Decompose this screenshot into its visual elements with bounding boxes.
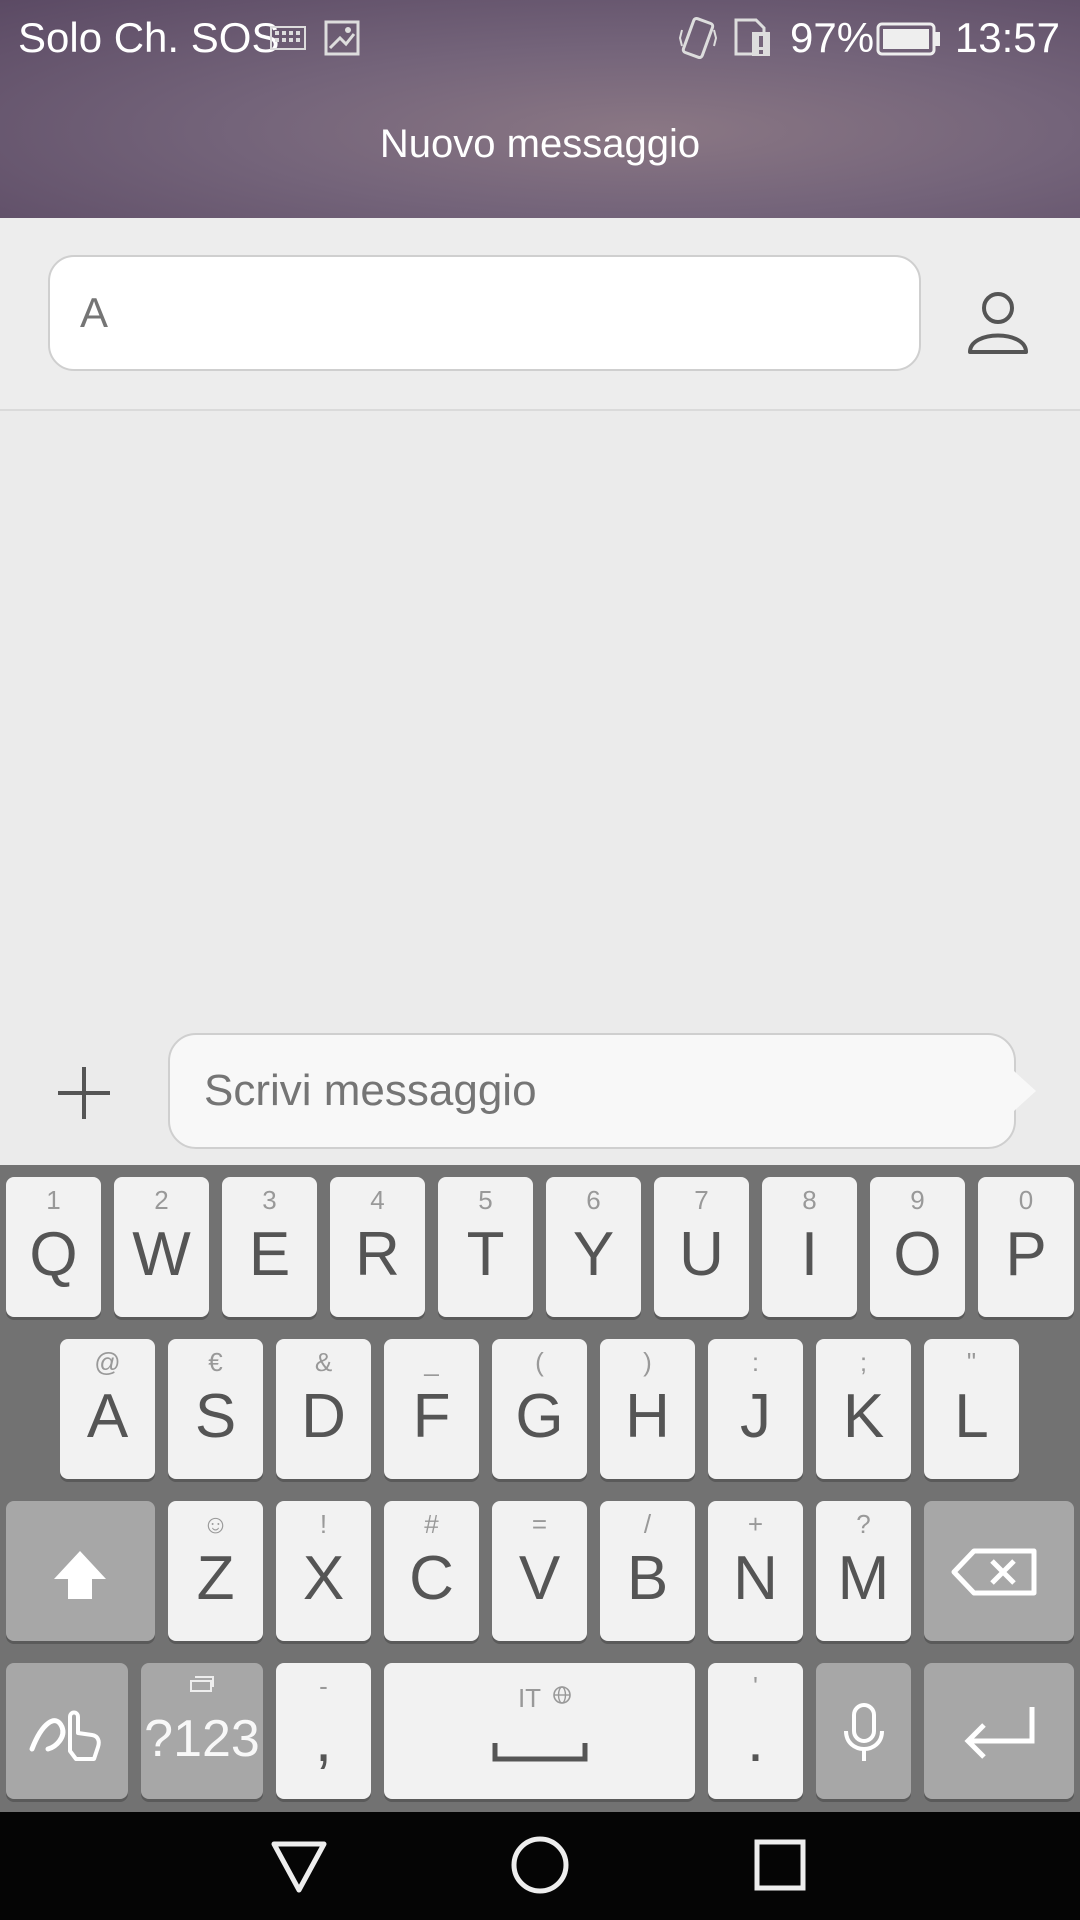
vibrate-icon	[678, 17, 718, 59]
bubble-tail	[1014, 1071, 1036, 1111]
compose-bar	[0, 1023, 1080, 1165]
key-r[interactable]: 4R	[330, 1177, 425, 1317]
swipe-input-key[interactable]	[6, 1663, 128, 1799]
navigation-bar	[0, 1812, 1080, 1920]
key-d[interactable]: & D	[276, 1339, 371, 1479]
battery-percent: 97%	[790, 14, 875, 61]
key-m[interactable]: ? M	[816, 1501, 911, 1641]
enter-key[interactable]	[924, 1663, 1074, 1799]
shift-icon	[54, 1551, 106, 1599]
key-c[interactable]: # C	[384, 1501, 479, 1641]
home-icon[interactable]	[505, 1830, 575, 1900]
key-e[interactable]: 3E	[222, 1177, 317, 1317]
key-o[interactable]: 9O	[870, 1177, 965, 1317]
plus-icon[interactable]	[54, 1063, 114, 1123]
page-title: Nuovo messaggio	[379, 122, 701, 166]
key-u[interactable]: 7U	[654, 1177, 749, 1317]
language-label: IT	[517, 1683, 542, 1713]
voice-input-key[interactable]	[816, 1663, 911, 1799]
key-p[interactable]: 0P	[978, 1177, 1074, 1317]
key-j[interactable]: :J	[708, 1339, 803, 1479]
key-q[interactable]: 1Q	[6, 1177, 101, 1317]
shift-key[interactable]	[6, 1501, 155, 1641]
globe-icon	[553, 1686, 571, 1704]
recipient-input[interactable]	[48, 255, 921, 371]
battery-icon	[876, 22, 940, 56]
clock: 13:57	[954, 14, 1060, 61]
symbols-key[interactable]: ?123	[141, 1663, 263, 1799]
key-a[interactable]: @ A	[60, 1339, 155, 1479]
backspace-key[interactable]	[924, 1501, 1074, 1641]
key-n[interactable]: + N	[708, 1501, 803, 1641]
space-key[interactable]: IT	[384, 1663, 695, 1799]
message-input[interactable]	[168, 1033, 1016, 1149]
key-t[interactable]: 5T	[438, 1177, 533, 1317]
image-icon	[324, 20, 360, 56]
backspace-icon	[951, 1548, 1037, 1596]
keyboard: 1Q 2W 3E 4R 5T 6Y 7U 8I 9O 0P @ A € S & D _…	[0, 1165, 1080, 1812]
carrier-label: Solo Ch. SOS	[18, 14, 280, 61]
key-h[interactable]: ) H	[600, 1339, 695, 1479]
key-x[interactable]: ! X	[276, 1501, 371, 1641]
key-b[interactable]: / B	[600, 1501, 695, 1641]
key-v[interactable]: = V	[492, 1501, 587, 1641]
key-g[interactable]: (G	[492, 1339, 587, 1479]
status-bar: Solo Ch. SOS 97% 13:57	[0, 0, 1080, 78]
key-w[interactable]: 2W	[114, 1177, 209, 1317]
swipe-gesture-icon	[29, 1710, 101, 1761]
key-k[interactable]: ; K	[816, 1339, 911, 1479]
back-icon[interactable]	[264, 1830, 334, 1900]
key-y[interactable]: 6Y	[546, 1177, 641, 1317]
conversation-area	[0, 411, 1080, 1023]
key-l[interactable]: " L	[924, 1339, 1019, 1479]
key-s[interactable]: € S	[168, 1339, 263, 1479]
key-f[interactable]: _ F	[384, 1339, 479, 1479]
clipboard-icon	[190, 1676, 214, 1692]
key-i[interactable]: 8I	[762, 1177, 857, 1317]
recents-icon[interactable]	[745, 1830, 815, 1900]
keyboard-icon	[270, 26, 306, 50]
microphone-icon	[844, 1703, 884, 1761]
recipient-area	[0, 218, 1080, 411]
key-z[interactable]: ☺ Z	[168, 1501, 263, 1641]
person-icon[interactable]	[962, 286, 1034, 358]
key-period[interactable]: '.	[708, 1663, 803, 1799]
space-bar-icon	[492, 1743, 588, 1762]
app-header: Solo Ch. SOS 97% 13:57 Nuovo messaggio	[0, 0, 1080, 218]
enter-icon	[964, 1707, 1035, 1759]
sim-alert-icon	[734, 18, 770, 56]
key-comma[interactable]: -,	[276, 1663, 371, 1799]
